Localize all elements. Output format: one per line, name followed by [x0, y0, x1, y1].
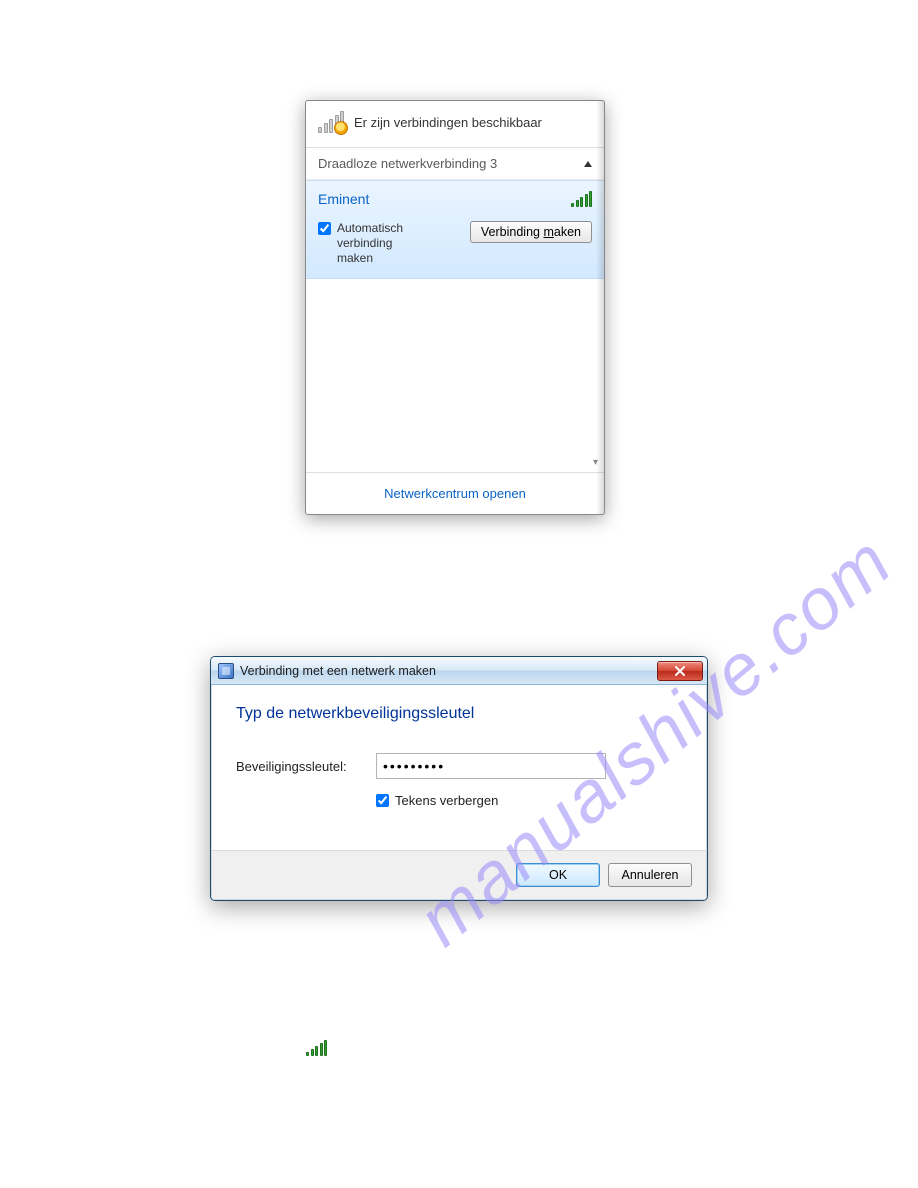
- close-icon: [674, 666, 686, 676]
- open-network-center-link[interactable]: Netwerkcentrum openen: [306, 472, 604, 514]
- auto-connect-option[interactable]: Automatisch verbinding maken: [318, 221, 418, 266]
- dialog-heading: Typ de netwerkbeveiligingssleutel: [236, 705, 682, 723]
- signal-strength-icon: [571, 191, 592, 207]
- network-name: Eminent: [318, 191, 369, 207]
- collapse-caret-icon: [584, 161, 592, 167]
- systray-wifi-icon[interactable]: [306, 1040, 327, 1056]
- close-button[interactable]: [657, 661, 703, 681]
- flyout-header-text: Er zijn verbindingen beschikbaar: [354, 115, 542, 130]
- ok-button[interactable]: OK: [516, 863, 600, 887]
- hide-characters-label: Tekens verbergen: [395, 793, 498, 808]
- flyout-header: Er zijn verbindingen beschikbaar: [306, 101, 604, 148]
- dialog-title: Verbinding met een netwerk maken: [240, 664, 436, 678]
- network-dialog-appicon: [218, 663, 234, 679]
- network-item-selected[interactable]: Eminent Automatisch verbinding maken Ver…: [306, 180, 604, 279]
- auto-connect-checkbox[interactable]: [318, 222, 331, 235]
- adapter-label: Draadloze netwerkverbinding 3: [318, 156, 497, 171]
- wifi-available-icon: [318, 111, 344, 133]
- dialog-button-bar: OK Annuleren: [212, 850, 706, 899]
- dialog-content: Typ de netwerkbeveiligingssleutel Beveil…: [212, 685, 706, 850]
- adapter-section[interactable]: Draadloze netwerkverbinding 3: [306, 148, 604, 180]
- cancel-button[interactable]: Annuleren: [608, 863, 692, 887]
- network-flyout: Er zijn verbindingen beschikbaar Draadlo…: [305, 100, 605, 515]
- flyout-empty-area: ▾: [306, 279, 604, 472]
- security-key-dialog: Verbinding met een netwerk maken Typ de …: [210, 656, 708, 901]
- security-key-input[interactable]: [376, 753, 606, 779]
- hide-characters-checkbox[interactable]: [376, 794, 389, 807]
- dialog-titlebar[interactable]: Verbinding met een netwerk maken: [211, 657, 707, 685]
- security-key-label: Beveiligingssleutel:: [236, 759, 356, 774]
- scroll-hint-icon: ▾: [593, 457, 598, 468]
- auto-connect-label: Automatisch verbinding maken: [337, 221, 418, 266]
- connect-button[interactable]: Verbinding maken: [470, 221, 592, 243]
